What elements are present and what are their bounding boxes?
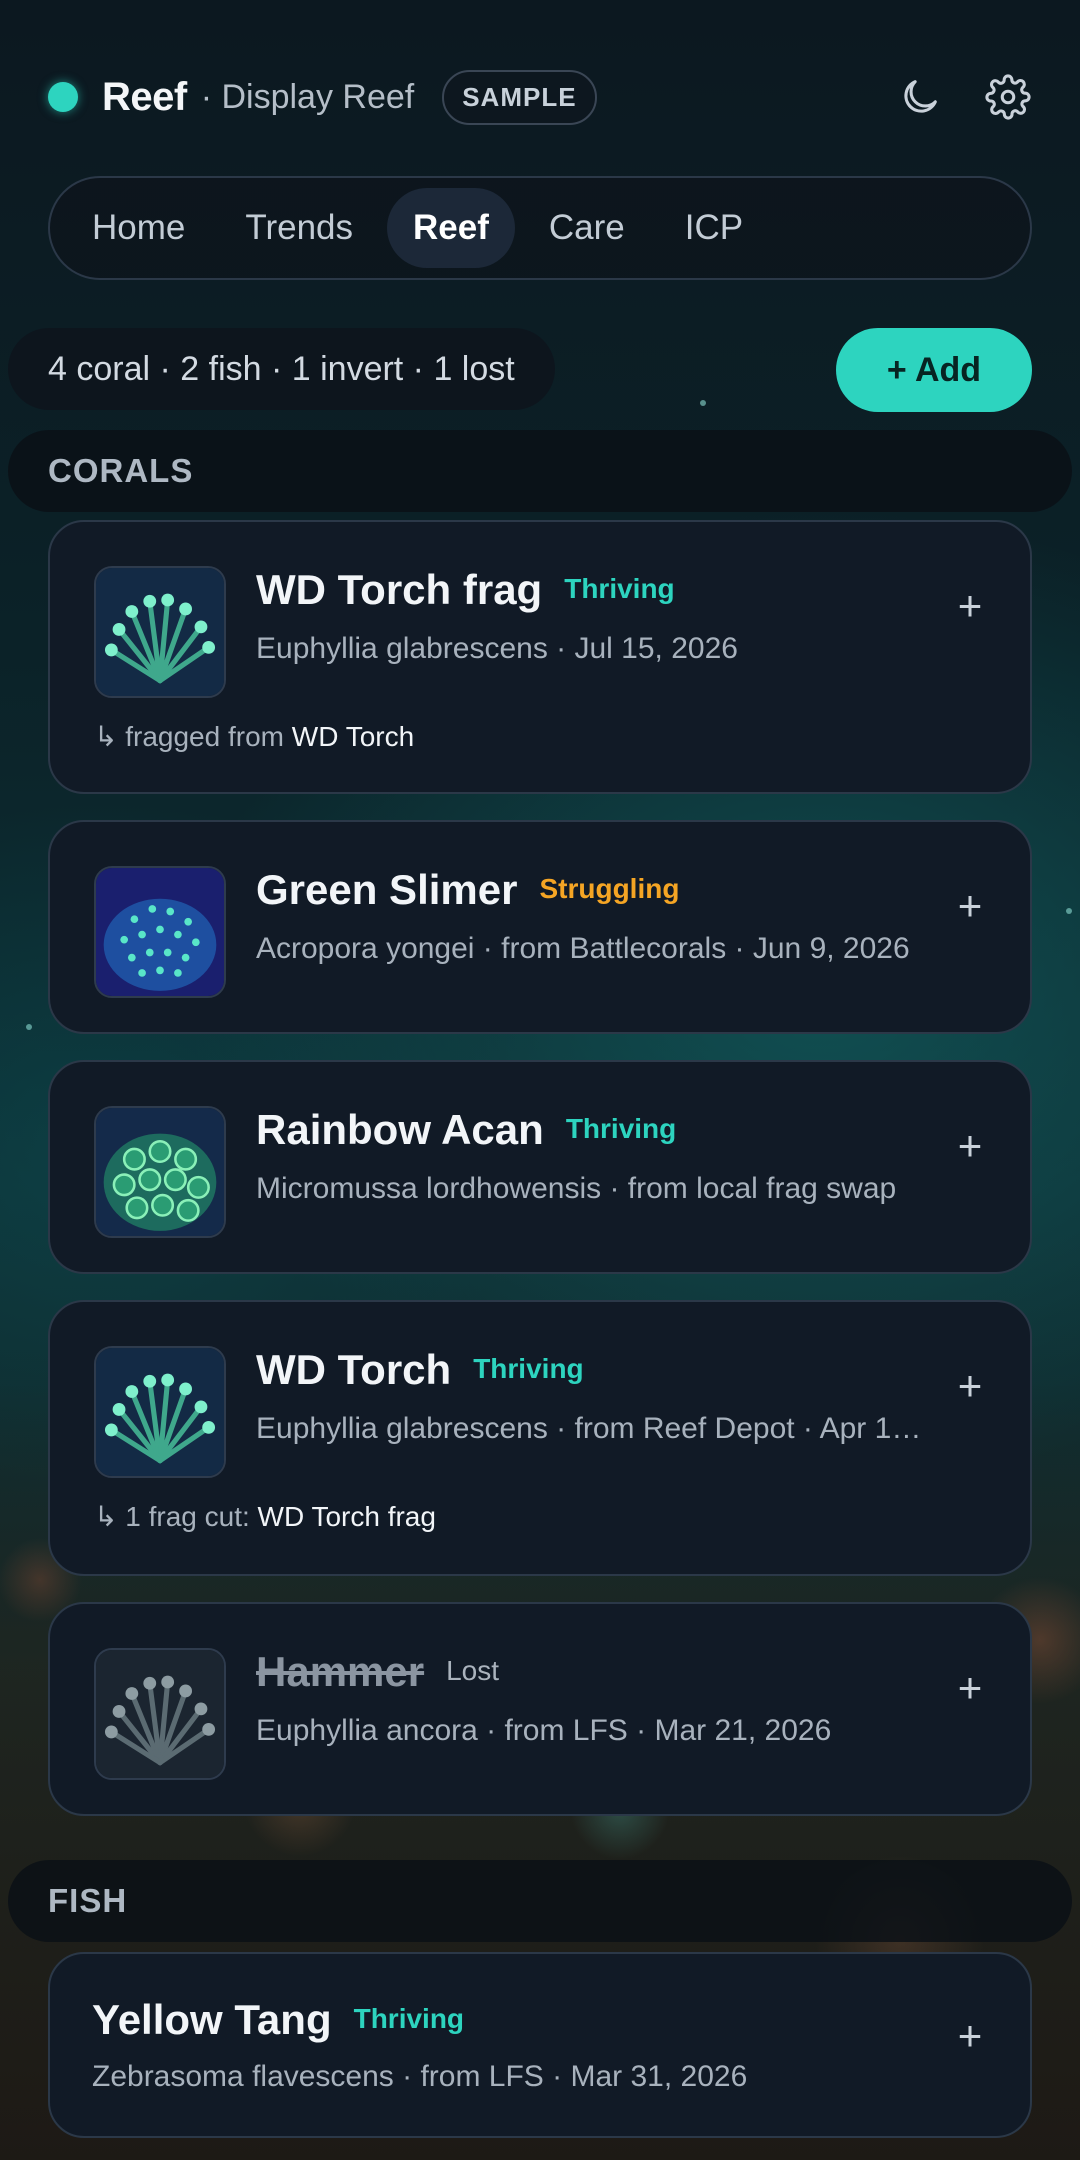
coral-thumbnail [94, 1106, 226, 1238]
add-log-button[interactable]: + [950, 2012, 990, 2059]
lineage-link[interactable]: WD Torch frag [258, 1501, 436, 1532]
status-badge: Thriving [473, 1353, 584, 1384]
section-header-corals: CORALS [8, 430, 1072, 512]
coral-name: Green Slimer Struggling [256, 866, 679, 914]
add-log-button[interactable]: + [950, 582, 990, 629]
add-log-button[interactable]: + [950, 1362, 990, 1409]
coral-thumbnail [94, 566, 226, 698]
coral-subtitle: Micromussa lordhowensis · from local fra… [256, 1172, 897, 1205]
lineage-link[interactable]: WD Torch [292, 721, 414, 752]
sparkle [1066, 908, 1072, 914]
main-nav: Home Trends Reef Care ICP [48, 176, 1032, 280]
sparkle [700, 400, 706, 406]
fish-name: Yellow Tang Thriving [92, 1996, 464, 2044]
coral-name-text: WD Torch [256, 1346, 452, 1393]
fish-name-text: Yellow Tang [92, 1996, 332, 2043]
tab-reef[interactable]: Reef [387, 188, 515, 268]
section-header-fish: FISH [8, 1860, 1072, 1942]
status-badge: Struggling [539, 873, 680, 904]
gear-icon[interactable] [984, 73, 1032, 121]
coral-card[interactable]: Hammer Lost Euphyllia ancora · from LFS ·… [48, 1602, 1032, 1816]
coral-thumbnail [94, 866, 226, 998]
coral-name-text: Rainbow Acan [256, 1106, 544, 1153]
lineage-note: ↳ 1 frag cut: WD Torch frag [94, 1500, 436, 1533]
tab-trends[interactable]: Trends [219, 188, 379, 268]
moon-icon[interactable] [896, 73, 944, 121]
coral-thumbnail [94, 1648, 226, 1780]
coral-card[interactable]: WD Torch Thriving Euphyllia glabrescens ·… [48, 1300, 1032, 1576]
fish-card[interactable]: Yellow Tang Thriving Zebrasoma flavescens… [48, 1952, 1032, 2138]
acropora-coral-image [96, 868, 224, 996]
status-dot-icon [48, 82, 78, 112]
coral-card[interactable]: Rainbow Acan Thriving Micromussa lordhowe… [48, 1060, 1032, 1274]
fish-subtitle: Zebrasoma flavescens · from LFS · Mar 31… [92, 2060, 748, 2093]
coral-name: WD Torch frag Thriving [256, 566, 675, 614]
coral-card[interactable]: Green Slimer Struggling Acropora yongei ·… [48, 820, 1032, 1034]
lineage-note: ↳ fragged from WD Torch [94, 720, 414, 753]
add-log-button[interactable]: + [950, 882, 990, 929]
coral-name: Hammer Lost [256, 1648, 499, 1696]
coral-name-text: Green Slimer [256, 866, 518, 913]
coral-subtitle: Acropora yongei · from Battlecorals · Ju… [256, 932, 910, 965]
inventory-summary: 4 coral · 2 fish · 1 invert · 1 lost [8, 328, 555, 410]
coral-name-text: Hammer [256, 1648, 425, 1695]
tank-name[interactable]: · Display Reef [201, 78, 415, 117]
coral-name-text: WD Torch frag [256, 566, 543, 613]
sparkle [26, 1024, 32, 1030]
header-actions [896, 73, 1032, 121]
tab-icp[interactable]: ICP [659, 188, 769, 268]
app-header: Reef · Display Reef SAMPLE [48, 62, 1032, 132]
coral-subtitle: Euphyllia ancora · from LFS · Mar 21, 20… [256, 1714, 832, 1747]
status-badge: Thriving [564, 573, 675, 604]
sample-badge: SAMPLE [442, 69, 597, 125]
coral-thumbnail [94, 1346, 226, 1478]
lineage-note-prefix: ↳ fragged from [94, 721, 292, 752]
coral-name: Rainbow Acan Thriving [256, 1106, 676, 1154]
coral-subtitle: Euphyllia glabrescens · Jul 15, 2026 [256, 632, 738, 665]
app-title: Reef [102, 74, 187, 119]
coral-name: WD Torch Thriving [256, 1346, 584, 1394]
add-log-button[interactable]: + [950, 1122, 990, 1169]
status-badge: Thriving [353, 2003, 465, 2034]
add-button[interactable]: + Add [836, 328, 1032, 412]
hammer-coral-image [96, 1650, 224, 1778]
acan-coral-image [96, 1108, 224, 1236]
coral-subtitle: Euphyllia glabrescens · from Reef Depot … [256, 1412, 936, 1445]
torch-coral-image [96, 1348, 224, 1476]
lineage-note-prefix: ↳ 1 frag cut: [94, 1501, 258, 1532]
coral-card[interactable]: WD Torch frag Thriving Euphyllia glabresc… [48, 520, 1032, 794]
status-badge: Lost [446, 1655, 500, 1686]
torch-coral-image [96, 568, 224, 696]
tab-care[interactable]: Care [523, 188, 651, 268]
status-badge: Thriving [565, 1113, 677, 1144]
tab-home[interactable]: Home [66, 188, 211, 268]
add-log-button[interactable]: + [950, 1664, 990, 1711]
